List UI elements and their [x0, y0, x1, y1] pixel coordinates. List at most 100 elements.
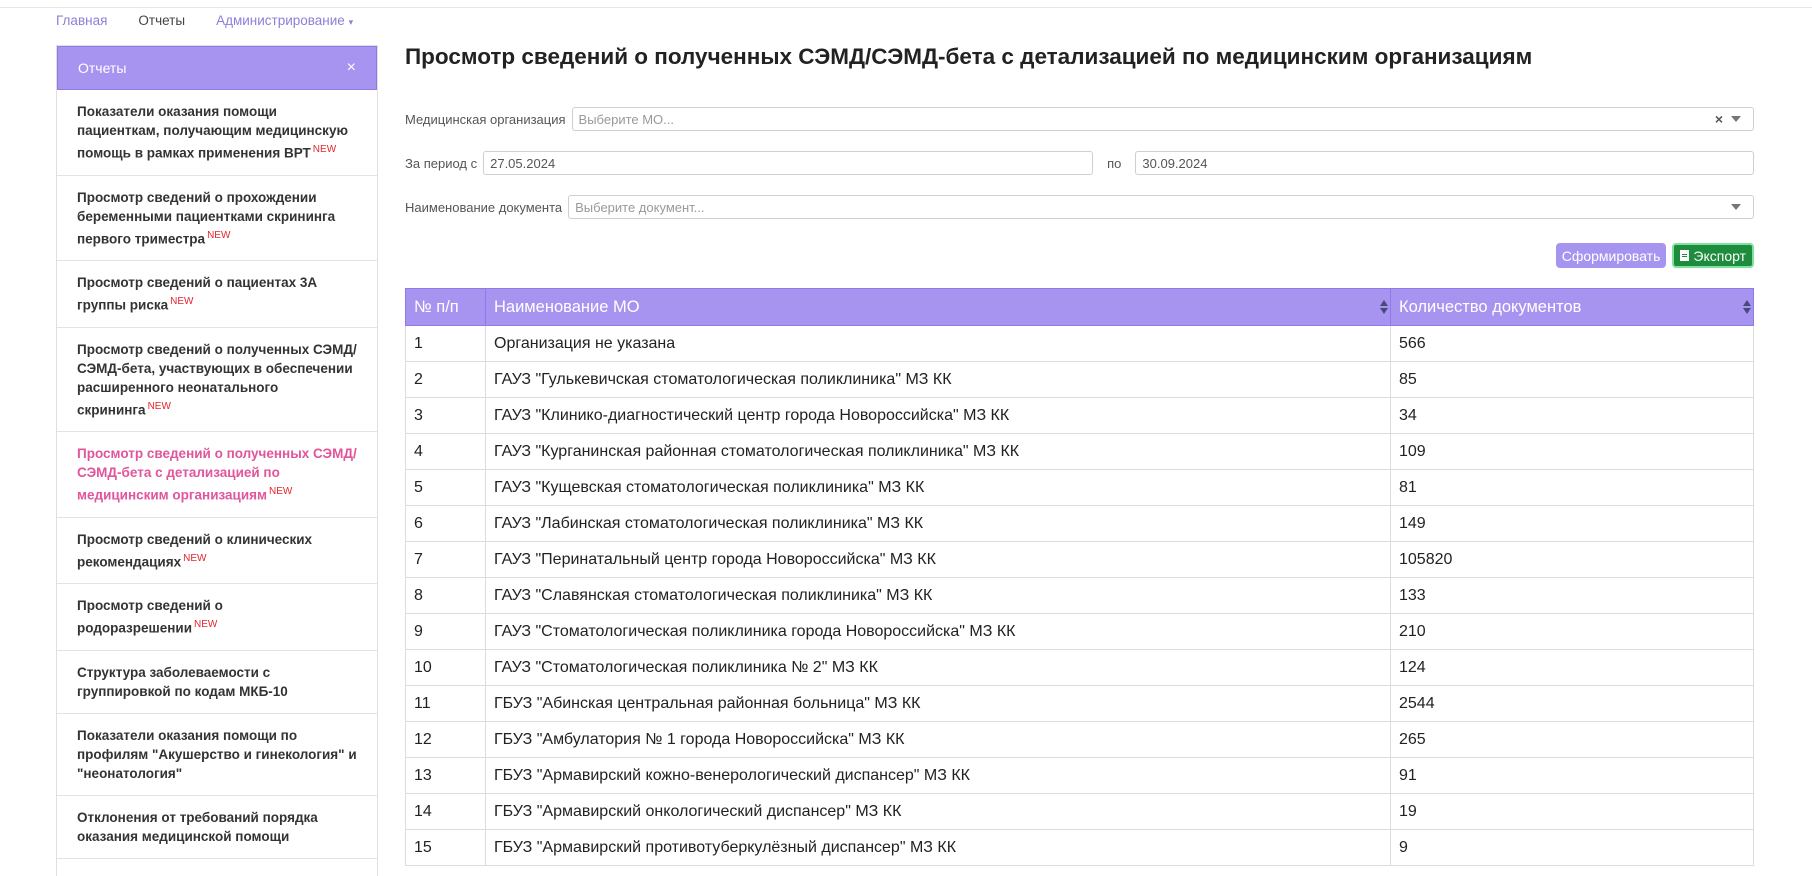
sidebar-item[interactable]: Показатели оказания помощи по профилям "…: [57, 714, 377, 796]
clear-icon[interactable]: ×: [1715, 111, 1723, 127]
sidebar-item[interactable]: Структура заболеваемости с группировкой …: [57, 651, 377, 714]
sidebar-header: Отчеты ×: [57, 46, 377, 90]
sidebar-item-label: Отклонения от требований порядка оказани…: [77, 809, 318, 844]
new-badge: NEW: [147, 400, 171, 412]
cell-mo-name: ГАУЗ "Кущевская стоматологическая поликл…: [485, 469, 1391, 506]
cell-document-count: 210: [1390, 613, 1754, 650]
period-to-label: по: [1107, 155, 1122, 171]
column-header-count[interactable]: Количество документов: [1390, 288, 1754, 326]
table-row: 11 ГБУЗ "Абинская центральная районная бо…: [405, 685, 1754, 722]
file-excel-icon: [1680, 250, 1690, 261]
sidebar-item[interactable]: Отклонения от требований порядка оказани…: [57, 796, 377, 859]
chevron-down-icon: ▾: [348, 17, 354, 27]
period-filter-row: За период с 27.05.2024 по 30.09.2024: [405, 151, 1754, 175]
table-body: 1 Организация не указана 566 2 ГАУЗ "Гулькев…: [405, 325, 1754, 866]
chevron-down-icon: [1731, 204, 1741, 210]
cell-mo-name: ГАУЗ "Стоматологическая поликлиника горо…: [485, 613, 1391, 650]
new-badge: NEW: [170, 296, 194, 307]
table-row: 6 ГАУЗ "Лабинская стоматологическая полик…: [405, 505, 1754, 542]
cell-number: 6: [405, 505, 486, 542]
top-navigation: Главная Отчеты Администрирование ▾: [56, 13, 353, 28]
sidebar-item-label: Показатели оказания помощи по профилям "…: [77, 727, 357, 781]
table-row: 12 ГБУЗ "Амбулатория № 1 города Новоросси…: [405, 721, 1754, 758]
new-badge: NEW: [312, 144, 337, 155]
page-title: Просмотр сведений о полученных СЭМД/СЭМД…: [405, 44, 1533, 69]
cell-document-count: 105820: [1390, 541, 1754, 578]
table-row: 13 ГБУЗ "Армавирский кожно-венерологическ…: [405, 757, 1754, 794]
cell-document-count: 81: [1390, 469, 1754, 506]
column-header-number: № п/п: [405, 288, 486, 326]
table-row: 9 ГАУЗ "Стоматологическая поликлиника гор…: [405, 613, 1754, 650]
cell-mo-name: ГАУЗ "Стоматологическая поликлиника № 2"…: [485, 649, 1391, 686]
period-from-input[interactable]: 27.05.2024: [483, 151, 1094, 175]
sidebar-title: Отчеты: [78, 60, 127, 76]
cell-document-count: 109: [1390, 433, 1754, 470]
generate-button[interactable]: Сформировать: [1555, 243, 1667, 268]
column-header-mo[interactable]: Наименование МО: [485, 288, 1391, 326]
table-row: 5 ГАУЗ "Кущевская стоматологическая полик…: [405, 469, 1754, 506]
table-row: 7 ГАУЗ "Перинатальный центр города Новоро…: [405, 541, 1754, 578]
document-select[interactable]: Выберите документ...: [568, 195, 1754, 219]
sidebar-item-label: Просмотр сведений о пациентах 3А группы …: [77, 275, 318, 313]
nav-admin-dropdown[interactable]: Администрирование ▾: [216, 13, 353, 28]
table-row: 1 Организация не указана 566: [405, 325, 1754, 362]
main-content: Просмотр сведений о полученных СЭМД/СЭМД…: [405, 40, 1754, 866]
cell-number: 13: [405, 757, 486, 794]
cell-document-count: 85: [1390, 361, 1754, 398]
cell-mo-name: ГАУЗ "Курганинская районная стоматологич…: [485, 433, 1391, 470]
cell-document-count: 91: [1390, 757, 1754, 794]
table-row: 14 ГБУЗ "Армавирский онкологический диспа…: [405, 793, 1754, 830]
sidebar-item[interactable]: Просмотр сведений о родоразрешении NEW: [57, 584, 377, 651]
sidebar-item[interactable]: Просмотр сведений о прохождении беременн…: [57, 176, 377, 261]
export-button[interactable]: Экспорт: [1672, 243, 1754, 268]
sidebar-item[interactable]: Просмотр сведений о клинических рекоменд…: [57, 518, 377, 584]
sidebar-item[interactable]: Просмотр сведений о полученных СЭМД/СЭМД…: [57, 328, 377, 432]
cell-mo-name: ГБУЗ "Амбулатория № 1 города Новороссийс…: [485, 721, 1391, 758]
period-to-input[interactable]: 30.09.2024: [1135, 151, 1754, 175]
reports-sidebar: Отчеты × Показатели оказания помощи паци…: [56, 45, 378, 876]
cell-document-count: 9: [1390, 829, 1754, 866]
cell-number: 9: [405, 613, 486, 650]
cell-mo-name: ГБУЗ "Абинская центральная районная боль…: [485, 685, 1391, 722]
table-row: 8 ГАУЗ "Славянская стоматологическая поли…: [405, 577, 1754, 614]
column-header-mo-label: Наименование МО: [494, 297, 640, 316]
nav-admin-label: Администрирование: [216, 13, 345, 28]
cell-number: 7: [405, 541, 486, 578]
cell-number: 4: [405, 433, 486, 470]
cell-number: 15: [405, 829, 486, 866]
cell-document-count: 133: [1390, 577, 1754, 614]
sidebar-item[interactable]: Просмотр сведений о полученных СЭМД/СЭМД…: [57, 432, 377, 518]
chevron-down-icon: [1731, 116, 1741, 122]
sidebar-item-label: Структура заболеваемости с группировкой …: [77, 664, 288, 699]
new-badge: NEW: [194, 619, 218, 630]
cell-number: 12: [405, 721, 486, 758]
cell-mo-name: ГАУЗ "Клинико-диагностический центр горо…: [485, 397, 1391, 434]
cell-document-count: 149: [1390, 505, 1754, 542]
sidebar-item[interactable]: Показатели оказания помощи пациенткам, п…: [57, 90, 377, 176]
table-header-row: № п/п Наименование МО Количество докумен…: [405, 288, 1754, 326]
cell-number: 8: [405, 577, 486, 614]
nav-reports-link[interactable]: Отчеты: [138, 13, 185, 28]
table-row: 3 ГАУЗ "Клинико-диагностический центр гор…: [405, 397, 1754, 434]
cell-number: 10: [405, 649, 486, 686]
table-row: 10 ГАУЗ "Стоматологическая поликлиника № …: [405, 649, 1754, 686]
cell-mo-name: ГАУЗ "Перинатальный центр города Новорос…: [485, 541, 1391, 578]
column-header-count-label: Количество документов: [1399, 297, 1582, 316]
nav-home-link[interactable]: Главная: [56, 13, 107, 28]
export-label: Экспорт: [1693, 247, 1746, 264]
mo-label: Медицинская организация: [405, 111, 566, 127]
action-buttons: Сформировать Экспорт: [1555, 243, 1754, 268]
new-badge: NEW: [269, 486, 293, 497]
mo-select[interactable]: Выберите МО... ×: [571, 107, 1754, 131]
cell-number: 11: [405, 685, 486, 722]
cell-mo-name: ГБУЗ "Армавирский противотуберкулёзный д…: [485, 829, 1391, 866]
sidebar-item[interactable]: Просмотр сведений о пациентах 3А группы …: [57, 261, 377, 328]
cell-number: 5: [405, 469, 486, 506]
close-icon[interactable]: ×: [347, 59, 356, 77]
sidebar-item-label: Просмотр сведений о полученных СЭМД/СЭМД…: [77, 446, 357, 503]
cell-number: 1: [405, 325, 486, 362]
sidebar-item-label: Показатели оказания помощи пациенткам, п…: [77, 104, 348, 161]
top-divider: [0, 7, 1812, 8]
cell-number: 14: [405, 793, 486, 830]
document-placeholder: Выберите документ...: [575, 199, 705, 215]
